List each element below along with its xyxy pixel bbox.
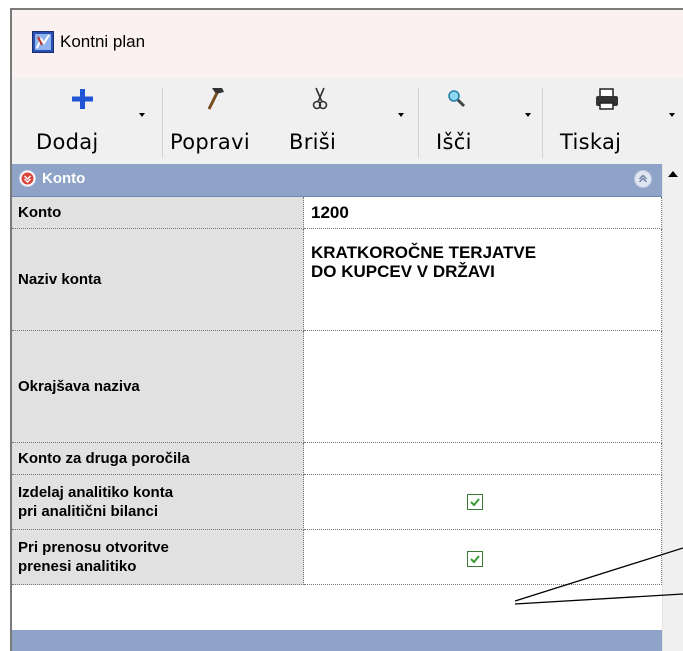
form-row-prenesi-analitiko: Pri prenosu otvoritve prenesi analitiko <box>12 530 662 585</box>
izdelaj-analitiko-checkbox[interactable] <box>467 494 483 510</box>
label-line-1: Pri prenosu otvoritve <box>18 539 169 556</box>
delete-button[interactable]: Briši <box>285 80 404 160</box>
toolbar: Dodaj Popravi Briši Išči Tiskaj <box>12 78 683 164</box>
field-label: Pri prenosu otvoritve prenesi analitiko <box>12 530 304 585</box>
prenesi-analitiko-cell <box>304 530 662 585</box>
prenesi-analitiko-checkbox[interactable] <box>467 551 483 567</box>
section-header[interactable]: Konto <box>12 164 662 197</box>
field-label: Naziv konta <box>12 229 304 331</box>
next-section-header[interactable] <box>12 630 662 651</box>
app-window: Kontni plan Dodaj Popravi Briši Išči Tis… <box>10 8 683 651</box>
title-bar: Kontni plan <box>12 10 683 78</box>
add-dropdown-arrow[interactable] <box>139 113 145 117</box>
label-line-2: pri analitični bilanci <box>18 503 159 520</box>
magnifier-icon <box>448 90 466 108</box>
add-label: Dodaj <box>36 130 99 154</box>
print-label: Tiskaj <box>560 130 622 154</box>
section-title: Konto <box>42 170 86 187</box>
app-icon <box>32 31 54 53</box>
naziv-line-2: DO KUPCEV V DRŽAVI <box>311 262 495 281</box>
scroll-up-arrow-icon[interactable] <box>663 164 683 184</box>
naziv-line-1: KRATKOROČNE TERJATVE <box>311 243 537 262</box>
plus-icon <box>72 89 93 109</box>
field-label: Izdelaj analitiko konta pri analitični b… <box>12 475 304 530</box>
check-icon <box>470 498 480 507</box>
print-button[interactable]: Tiskaj <box>552 80 682 160</box>
form-row-konto: Konto 1200 <box>12 197 662 229</box>
izdelaj-analitiko-cell <box>304 475 662 530</box>
delete-dropdown-arrow[interactable] <box>398 113 404 117</box>
naziv-value: KRATKOROČNE TERJATVE DO KUPCEV V DRŽAVI <box>311 243 536 281</box>
okrajsava-field[interactable] <box>304 331 662 443</box>
search-label: Išči <box>436 130 472 154</box>
check-icon <box>470 555 480 564</box>
add-button[interactable]: Dodaj <box>30 80 145 160</box>
form-row-okrajsava: Okrajšava naziva <box>12 331 662 443</box>
search-button[interactable]: Išči <box>422 80 532 160</box>
konto-value: 1200 <box>311 203 349 222</box>
section-expand-icon[interactable] <box>19 170 36 187</box>
label-line-2: prenesi analitiko <box>18 558 137 575</box>
label-line-1: Izdelaj analitiko konta <box>18 484 174 501</box>
hammer-icon <box>207 88 224 110</box>
print-dropdown-arrow[interactable] <box>669 113 675 117</box>
druga-porocila-field[interactable] <box>304 443 662 475</box>
toolbar-separator <box>162 88 163 158</box>
edit-label: Popravi <box>170 130 250 154</box>
search-dropdown-arrow[interactable] <box>525 113 531 117</box>
field-label: Konto za druga poročila <box>12 443 304 475</box>
toolbar-separator <box>418 88 419 158</box>
form-row-druga-porocila: Konto za druga poročila <box>12 443 662 475</box>
field-label: Okrajšava naziva <box>12 331 304 443</box>
delete-label: Briši <box>289 130 337 154</box>
field-label: Konto <box>12 197 304 229</box>
toolbar-separator <box>542 88 543 158</box>
naziv-field[interactable]: KRATKOROČNE TERJATVE DO KUPCEV V DRŽAVI <box>304 229 662 331</box>
window-title: Kontni plan <box>60 32 146 51</box>
form-panel: Konto Konto 1200 Naziv konta KRATKOROČNE… <box>12 164 662 651</box>
collapse-icon[interactable] <box>634 170 652 188</box>
vertical-scrollbar[interactable] <box>662 164 683 651</box>
scissors-icon <box>312 87 328 110</box>
form-row-izdelaj-analitiko: Izdelaj analitiko konta pri analitični b… <box>12 475 662 530</box>
konto-field[interactable]: 1200 <box>304 197 662 229</box>
printer-icon <box>596 88 618 110</box>
edit-button[interactable]: Popravi <box>167 80 292 160</box>
form-row-naziv: Naziv konta KRATKOROČNE TERJATVE DO KUPC… <box>12 229 662 331</box>
